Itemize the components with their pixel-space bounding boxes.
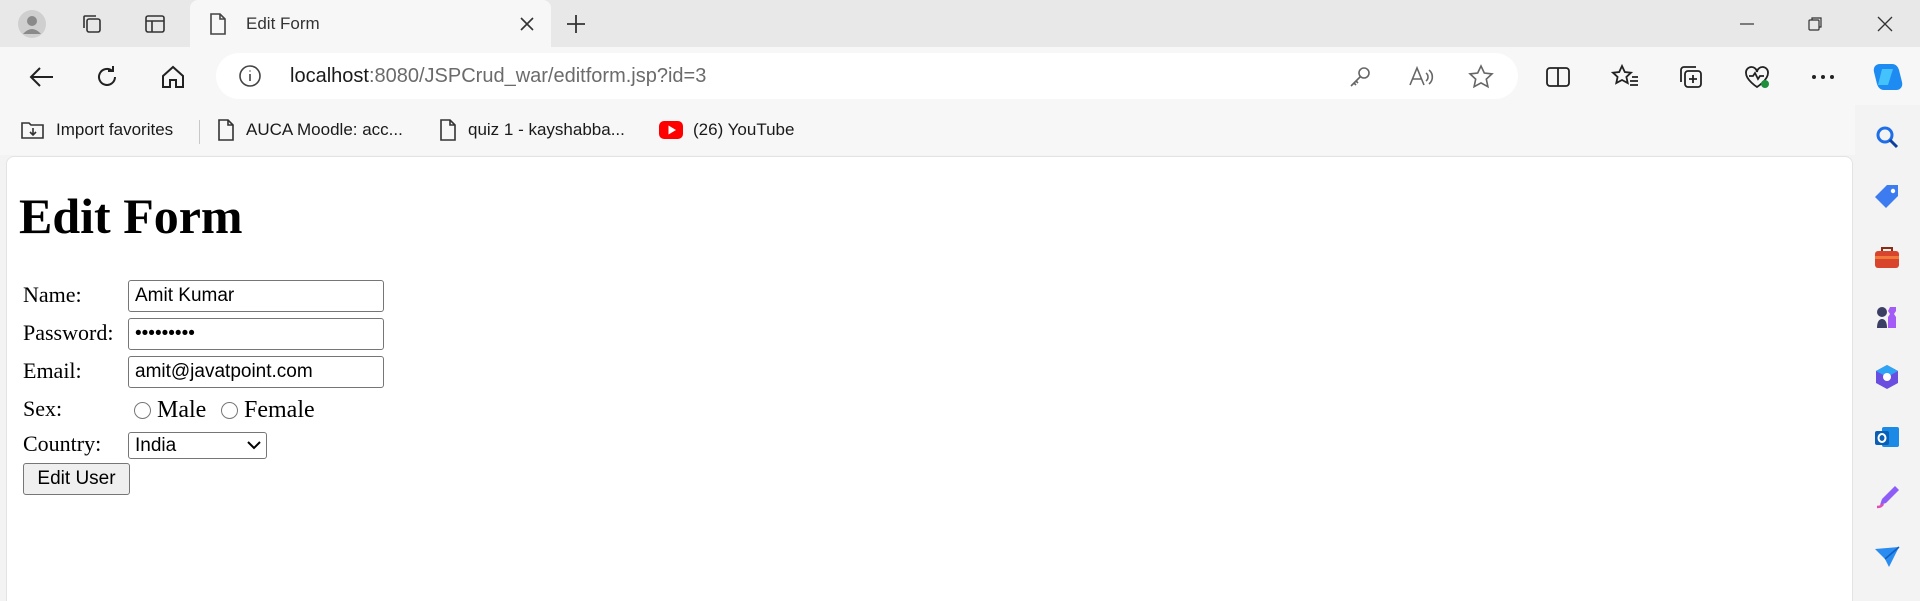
email-label: Email:	[23, 358, 82, 383]
minimize-button[interactable]	[1731, 8, 1763, 40]
copilot-icon[interactable]	[1869, 59, 1905, 95]
female-label: Female	[244, 397, 315, 423]
site-info-icon[interactable]	[238, 64, 262, 93]
key-icon[interactable]	[1346, 63, 1374, 91]
favorite-star-icon[interactable]	[1467, 63, 1495, 91]
vertical-tabs-icon[interactable]	[139, 8, 171, 40]
restore-button[interactable]	[1799, 8, 1831, 40]
page-icon	[440, 119, 456, 141]
edge-sidebar	[1855, 105, 1920, 601]
page-content: Edit Form Name: Amit Kumar Password: •••…	[6, 156, 1853, 601]
shopping-tag-icon[interactable]	[1872, 182, 1902, 212]
country-selected-value: India	[135, 435, 177, 456]
bookmarks-bar: Import favorites AUCA Moodle: acc... qui…	[0, 105, 1855, 155]
country-select[interactable]: India	[128, 432, 267, 459]
page-heading: Edit Form	[19, 188, 243, 244]
sex-option-male[interactable]: Male	[134, 397, 206, 424]
close-tab-icon[interactable]	[515, 12, 539, 36]
read-aloud-icon[interactable]	[1407, 63, 1435, 91]
tab-edit-form[interactable]: Edit Form	[190, 0, 551, 48]
search-icon[interactable]	[1872, 122, 1902, 152]
games-chess-icon[interactable]	[1872, 302, 1902, 332]
male-radio[interactable]	[134, 402, 151, 419]
name-input[interactable]: Amit Kumar	[128, 280, 384, 312]
bookmarks-divider	[199, 120, 200, 144]
address-bar[interactable]: localhost:8080/JSPCrud_war/editform.jsp?…	[216, 53, 1518, 99]
edit-user-button[interactable]: Edit User	[23, 463, 130, 495]
navigation-bar: localhost:8080/JSPCrud_war/editform.jsp?…	[0, 47, 1920, 105]
outlook-icon[interactable]	[1872, 422, 1902, 452]
split-screen-button[interactable]	[1540, 59, 1576, 95]
send-arrow-icon[interactable]	[1872, 542, 1902, 572]
tab-title: Edit Form	[246, 14, 320, 33]
profile-avatar-icon[interactable]	[16, 8, 48, 40]
microsoft-365-icon[interactable]	[1872, 362, 1902, 392]
workspaces-icon[interactable]	[76, 8, 108, 40]
bookmark-quiz-1[interactable]: quiz 1 - kayshabba...	[438, 117, 625, 143]
browser-essentials-button[interactable]	[1739, 59, 1775, 95]
female-radio[interactable]	[221, 402, 238, 419]
title-bar: Edit Form	[0, 0, 1920, 48]
country-label: Country:	[23, 431, 102, 456]
password-label: Password:	[23, 320, 114, 345]
page-icon	[218, 119, 234, 141]
new-tab-button[interactable]	[562, 10, 590, 38]
email-input[interactable]: amit@javatpoint.com	[128, 356, 384, 388]
bookmark-auca-moodle[interactable]: AUCA Moodle: acc...	[216, 117, 403, 143]
chevron-down-icon	[247, 441, 261, 450]
more-options-button[interactable]	[1805, 59, 1841, 95]
sex-label: Sex:	[23, 396, 63, 421]
close-window-button[interactable]	[1869, 8, 1901, 40]
page-icon	[208, 12, 228, 41]
male-label: Male	[157, 397, 207, 423]
back-button[interactable]	[24, 59, 60, 95]
url-text[interactable]: localhost:8080/JSPCrud_war/editform.jsp?…	[290, 65, 706, 88]
favorites-button[interactable]	[1607, 59, 1643, 95]
collections-button[interactable]	[1673, 59, 1709, 95]
youtube-icon	[659, 121, 683, 139]
password-input[interactable]: •••••••••	[128, 318, 384, 350]
bookmark-import-favorites[interactable]: Import favorites	[20, 117, 173, 143]
sex-option-female[interactable]: Female	[221, 397, 315, 424]
name-label: Name:	[23, 282, 82, 307]
import-favorites-icon	[21, 122, 44, 139]
bookmark-youtube[interactable]: (26) YouTube	[659, 117, 794, 143]
home-button[interactable]	[155, 59, 191, 95]
tools-briefcase-icon[interactable]	[1872, 242, 1902, 272]
designer-pen-icon[interactable]	[1872, 482, 1902, 512]
refresh-button[interactable]	[89, 59, 125, 95]
